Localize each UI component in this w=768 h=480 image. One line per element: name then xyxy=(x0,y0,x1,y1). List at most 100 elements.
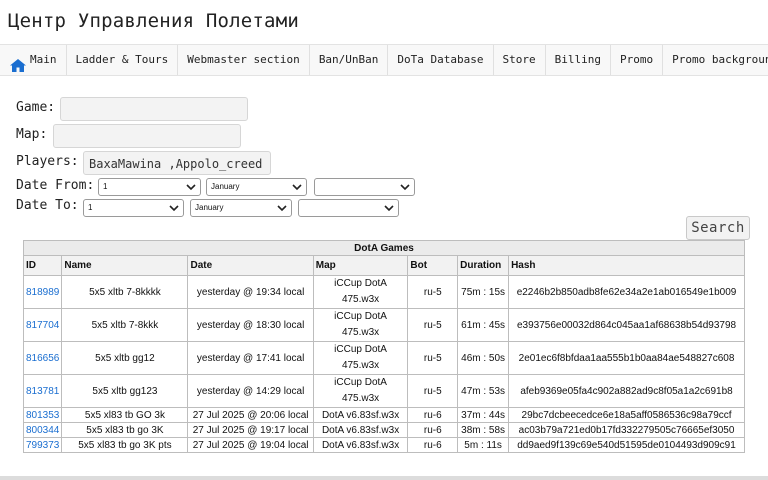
table-row: 813781 5x5 xltb gg123 yesterday @ 14:29 … xyxy=(22,374,745,408)
horizontal-scrollbar[interactable] xyxy=(0,476,768,480)
chevron-down-icon xyxy=(292,184,302,191)
game-hash: dd9aed9f139c69e540d51595de0104493d909c91 xyxy=(508,437,745,453)
nav-promo-background[interactable]: Promo background xyxy=(663,45,768,75)
date-from-day-select[interactable]: 1 xyxy=(98,178,201,196)
game-map: DotA v6.83sf.w3x xyxy=(312,437,409,453)
map-input[interactable] xyxy=(53,124,241,148)
game-bot: ru-5 xyxy=(407,374,459,408)
game-bot: ru-5 xyxy=(407,341,459,375)
game-hash: ac03b79a721ed0b17fd332279505c76665ef3050 xyxy=(508,422,745,438)
chevron-down-icon xyxy=(400,184,410,191)
game-map: iCCup DotA 475.w3x xyxy=(312,308,409,342)
game-name: 5x5 xltb gg12 xyxy=(61,341,189,375)
game-map: DotA v6.83sf.w3x xyxy=(312,422,409,438)
nav-billing[interactable]: Billing xyxy=(546,45,611,75)
date-to-month-value: January xyxy=(195,203,224,212)
game-date: 27 Jul 2025 @ 19:17 local xyxy=(187,422,314,438)
game-name: 5x5 xl83 tb go 3K pts xyxy=(61,437,189,453)
chevron-down-icon xyxy=(186,184,196,191)
chevron-down-icon xyxy=(384,205,394,212)
game-map: iCCup DotA 475.w3x xyxy=(312,341,409,375)
date-from-month-select[interactable]: January xyxy=(206,178,307,196)
column-header-date: Date xyxy=(187,255,314,276)
game-date: 27 Jul 2025 @ 19:04 local xyxy=(187,437,314,453)
game-duration: 5m : 11s xyxy=(457,437,510,453)
game-label: Game: xyxy=(16,100,56,115)
nav-main[interactable]: Main xyxy=(0,45,67,75)
game-id-link[interactable]: 818989 xyxy=(26,287,59,298)
game-id-link[interactable]: 799373 xyxy=(26,440,59,451)
chevron-down-icon xyxy=(277,205,287,212)
game-name: 5x5 xltb gg123 xyxy=(61,374,189,408)
game-hash: afeb9369e05fa4c902a882ad9c8f05a1a2c691b8 xyxy=(508,374,745,408)
table-row: 817704 5x5 xltb 7-8kkk yesterday @ 18:30… xyxy=(22,308,745,342)
nav-webmaster-section[interactable]: Webmaster section xyxy=(178,45,310,75)
nav-ban-unban[interactable]: Ban/UnBan xyxy=(310,45,389,75)
game-bot: ru-5 xyxy=(407,308,459,342)
game-bot: ru-5 xyxy=(407,275,459,309)
game-duration: 61m : 45s xyxy=(457,308,510,342)
date-to-day-select[interactable]: 1 xyxy=(83,199,184,217)
game-bot: ru-6 xyxy=(407,437,459,453)
game-map: iCCup DotA 475.w3x xyxy=(312,275,409,309)
table-row: 816656 5x5 xltb gg12 yesterday @ 17:41 l… xyxy=(22,341,745,375)
date-to-month-select[interactable]: January xyxy=(190,199,292,217)
game-map: DotA v6.83sf.w3x xyxy=(312,407,409,423)
date-to-day-value: 1 xyxy=(88,203,93,212)
players-input[interactable]: BaxaMawina ,Appolo_creed xyxy=(83,151,271,175)
date-from-label: Date From: xyxy=(16,178,95,193)
column-header-duration: Duration xyxy=(457,255,510,276)
date-from-day-value: 1 xyxy=(103,182,108,191)
game-id-link[interactable]: 816656 xyxy=(26,353,59,364)
page-title: Центр Управления Полетами xyxy=(8,10,299,32)
game-name: 5x5 xltb 7-8kkkk xyxy=(61,275,189,309)
game-hash: e393756e00032d864c045aa1af68638b54d93798 xyxy=(508,308,745,342)
game-bot: ru-6 xyxy=(407,407,459,423)
nav-promo[interactable]: Promo xyxy=(611,45,664,75)
date-from-year-select[interactable] xyxy=(314,178,415,196)
game-name: 5x5 xltb 7-8kkk xyxy=(61,308,189,342)
date-to-label: Date To: xyxy=(16,198,79,213)
table-row: 818989 5x5 xltb 7-8kkkk yesterday @ 19:3… xyxy=(22,275,745,309)
game-id-link[interactable]: 813781 xyxy=(26,386,59,397)
nav-store[interactable]: Store xyxy=(494,45,546,75)
column-header-map: Map xyxy=(312,255,409,276)
table-row: 801353 5x5 xl83 tb GO 3k 27 Jul 2025 @ 2… xyxy=(22,407,745,423)
game-date: yesterday @ 17:41 local xyxy=(187,341,314,375)
table-row: 799373 5x5 xl83 tb go 3K pts 27 Jul 2025… xyxy=(22,437,745,453)
column-header-hash: Hash xyxy=(508,255,745,276)
search-button[interactable]: Search xyxy=(686,216,750,240)
game-date: 27 Jul 2025 @ 20:06 local xyxy=(187,407,314,423)
game-date: yesterday @ 18:30 local xyxy=(187,308,314,342)
game-duration: 47m : 53s xyxy=(457,374,510,408)
game-date: yesterday @ 19:34 local xyxy=(187,275,314,309)
home-icon xyxy=(10,54,26,72)
game-duration: 37m : 44s xyxy=(457,407,510,423)
main-navbar: Main Ladder & Tours Webmaster section Ba… xyxy=(0,44,768,76)
game-duration: 46m : 50s xyxy=(457,341,510,375)
dota-games-table: DotA Games ID Name Date Map Bot Duration… xyxy=(22,240,745,453)
column-header-name: Name xyxy=(61,255,189,276)
table-caption: DotA Games xyxy=(23,240,745,256)
nav-dota-database[interactable]: DoTa Database xyxy=(388,45,494,75)
game-name: 5x5 xl83 tb go 3K xyxy=(61,422,189,438)
game-id-link[interactable]: 817704 xyxy=(26,320,59,331)
chevron-down-icon xyxy=(169,205,179,212)
game-input[interactable] xyxy=(60,97,248,121)
column-header-id: ID xyxy=(22,255,63,276)
column-header-bot: Bot xyxy=(407,255,459,276)
game-duration: 38m : 58s xyxy=(457,422,510,438)
game-map: iCCup DotA 475.w3x xyxy=(312,374,409,408)
game-hash: e2246b2b850adb8fe62e34a2e1ab016549e1b009 xyxy=(508,275,745,309)
nav-ladder-tours[interactable]: Ladder & Tours xyxy=(67,45,179,75)
game-name: 5x5 xl83 tb GO 3k xyxy=(61,407,189,423)
game-hash: 29bc7dcbeecedce6e18a5aff0586536c98a79ccf xyxy=(508,407,745,423)
game-id-link[interactable]: 800344 xyxy=(26,425,59,436)
nav-main-label: Main xyxy=(30,53,57,66)
date-to-year-select[interactable] xyxy=(298,199,399,217)
table-row: 800344 5x5 xl83 tb go 3K 27 Jul 2025 @ 1… xyxy=(22,422,745,438)
date-from-month-value: January xyxy=(211,182,240,191)
game-hash: 2e01ec6f8bfdaa1aa555b1b0aa84ae548827c608 xyxy=(508,341,745,375)
game-duration: 75m : 15s xyxy=(457,275,510,309)
game-id-link[interactable]: 801353 xyxy=(26,410,59,421)
